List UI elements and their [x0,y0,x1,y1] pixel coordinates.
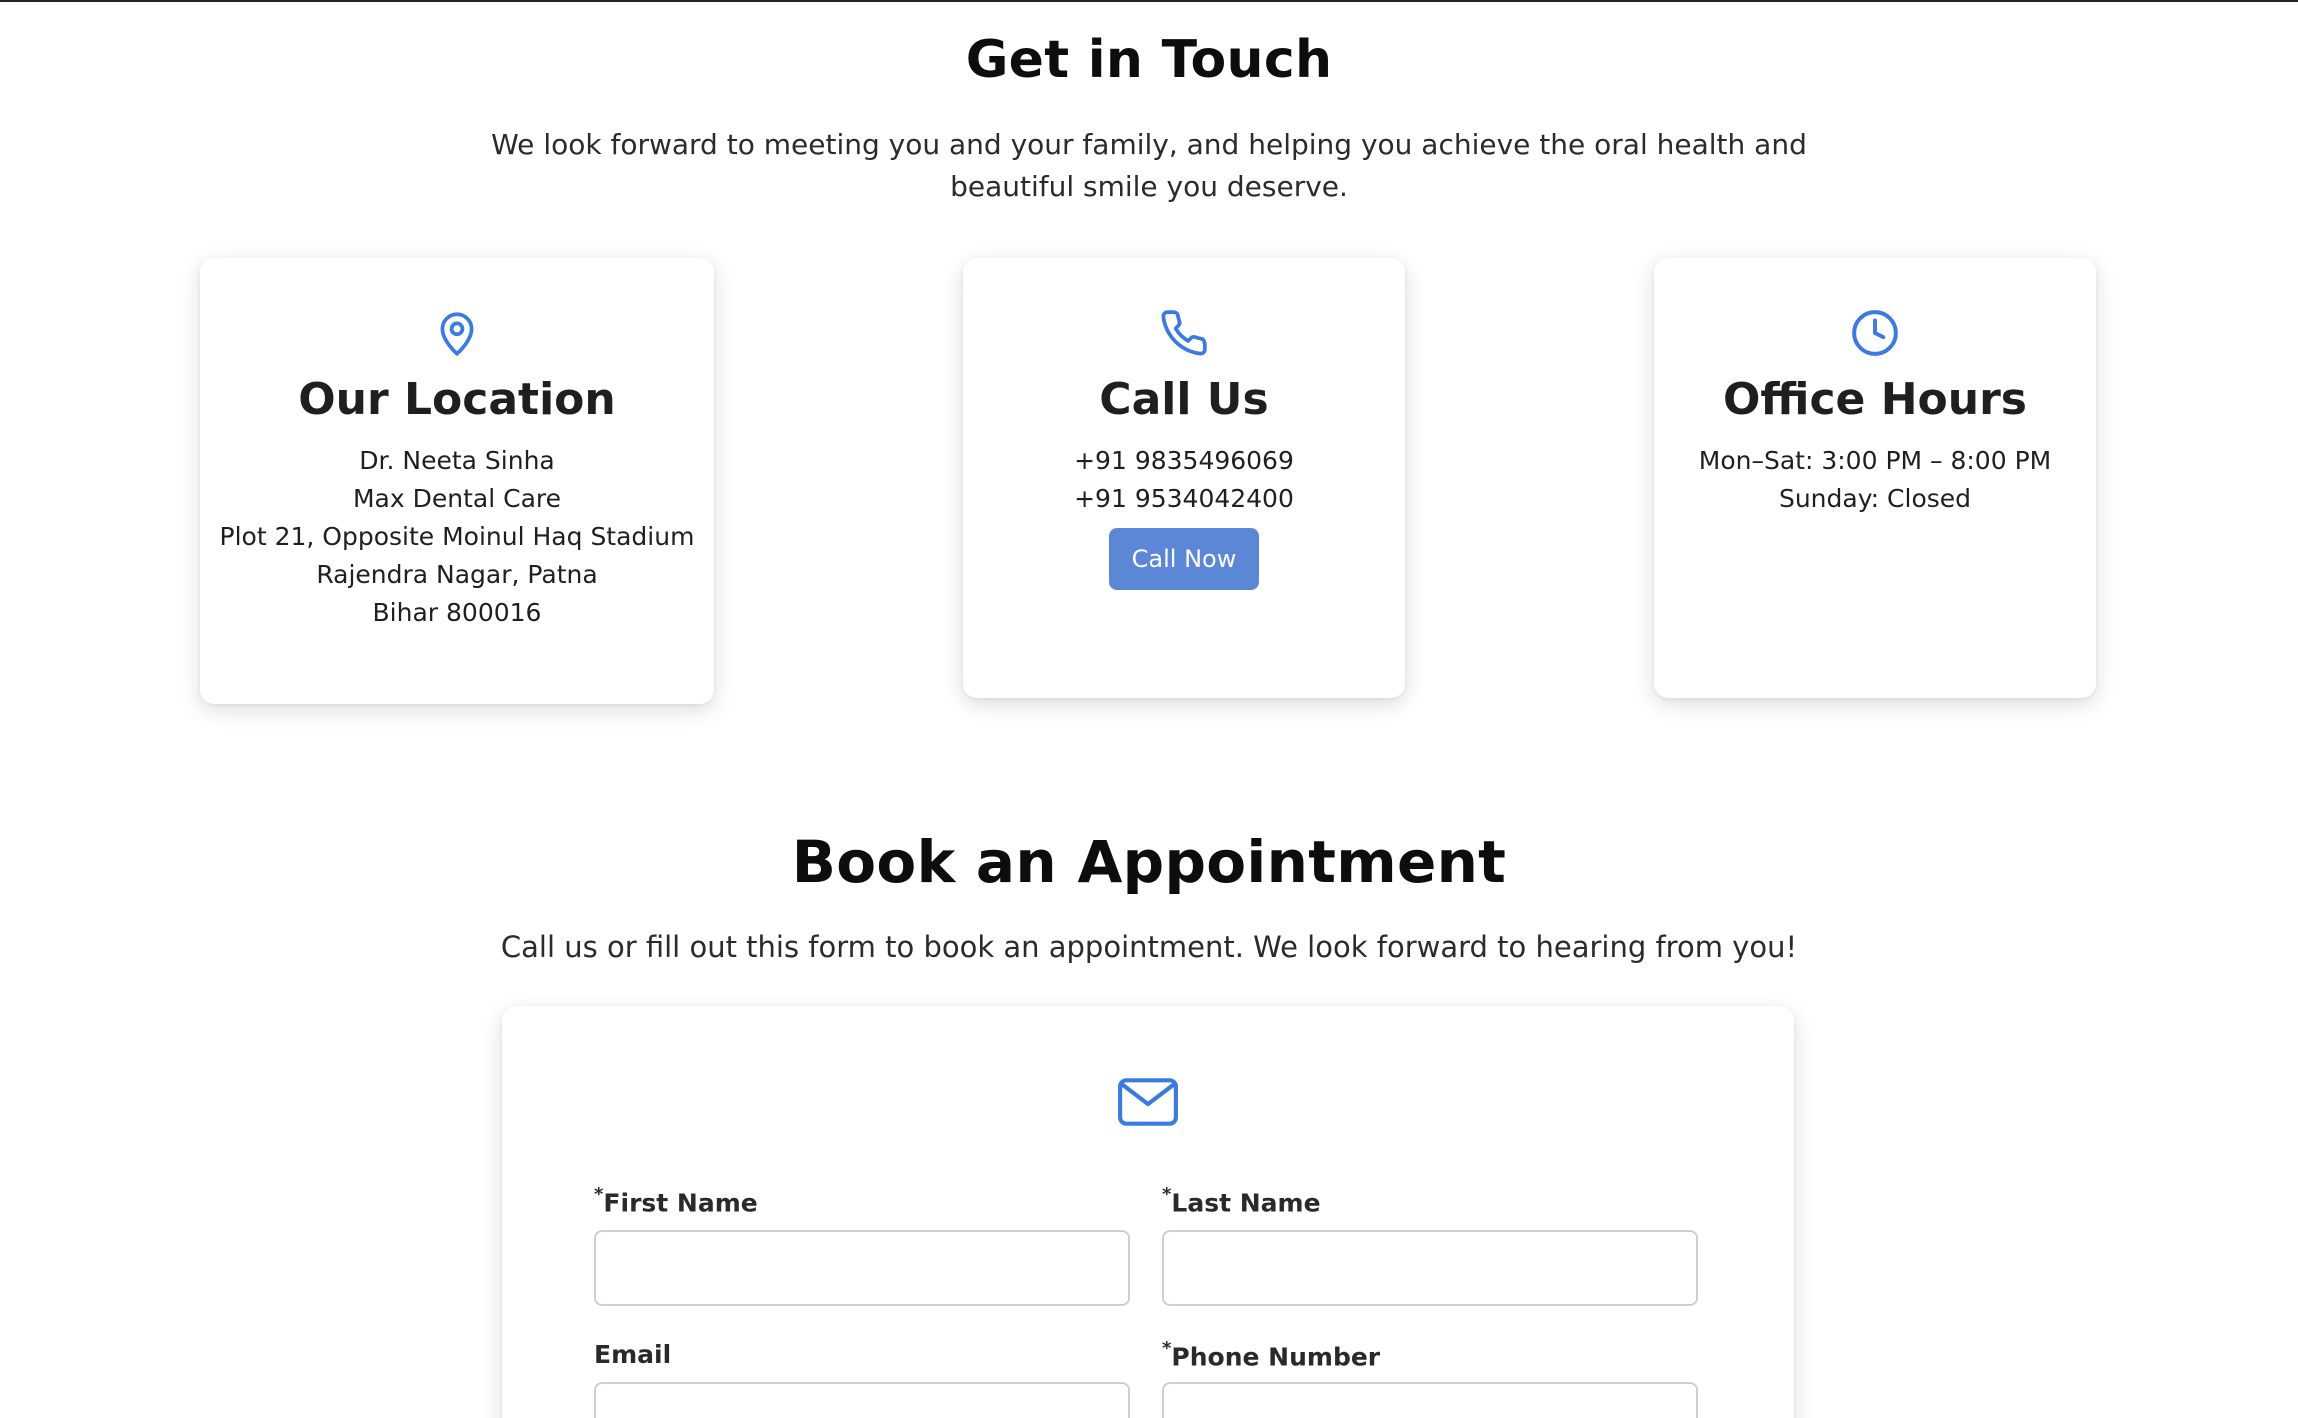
phone-number: +91 9534042400 [1074,484,1294,513]
address-line: Dr. Neeta Sinha [359,446,555,475]
phone-number: +91 9835496069 [1074,446,1294,475]
required-marker: * [1162,1338,1172,1359]
get-in-touch-subtitle: We look forward to meeting you and your … [0,124,2298,208]
phone-icon [1161,310,1207,356]
label-text: First Name [603,1188,758,1218]
subtitle-line: beautiful smile you deserve. [950,170,1348,203]
phone-list: +91 9835496069 +91 9534042400 [963,442,1405,518]
hours-list: Mon–Sat: 3:00 PM – 8:00 PM Sunday: Close… [1654,442,2096,518]
book-appointment-heading: Book an Appointment [791,828,1507,896]
call-title: Call Us [1099,374,1269,425]
address-block: Dr. Neeta Sinha Max Dental Care Plot 21,… [200,442,714,632]
phone-number-input[interactable] [1162,1382,1698,1418]
map-pin-icon [440,312,474,356]
last-name-label: *Last Name [1162,1184,1321,1218]
subtitle-line: We look forward to meeting you and your … [491,128,1807,161]
appointment-form: *First Name *Last Name Email *Phone Numb… [502,1006,1794,1418]
phone-number-label: *Phone Number [1162,1338,1381,1372]
book-appointment-subtitle: Call us or fill out this form to book an… [500,930,1798,964]
address-line: Plot 21, Opposite Moinul Haq Stadium [219,522,695,551]
office-hours-card: Office Hours Mon–Sat: 3:00 PM – 8:00 PM … [1654,258,2096,698]
first-name-label: *First Name [594,1184,758,1218]
mail-icon [1118,1078,1178,1126]
address-line: Bihar 800016 [372,598,542,627]
hours-line: Mon–Sat: 3:00 PM – 8:00 PM [1698,446,2052,475]
clock-icon [1852,310,1898,356]
required-marker: * [594,1184,604,1205]
email-label: Email [594,1340,672,1369]
email-input[interactable] [594,1382,1130,1418]
call-now-button[interactable]: Call Now [1109,528,1259,590]
first-name-input[interactable] [594,1230,1130,1306]
label-text: Phone Number [1171,1342,1381,1372]
location-card: Our Location Dr. Neeta Sinha Max Dental … [200,258,714,704]
office-hours-title: Office Hours [1723,374,2027,425]
call-card: Call Us +91 9835496069 +91 9534042400 Ca… [963,258,1405,698]
last-name-input[interactable] [1162,1230,1698,1306]
hours-line: Sunday: Closed [1778,484,1972,513]
address-line: Max Dental Care [352,484,561,513]
required-marker: * [1162,1184,1172,1205]
label-text: Last Name [1171,1188,1321,1218]
get-in-touch-heading: Get in Touch [965,30,1333,90]
address-line: Rajendra Nagar, Patna [316,560,598,589]
location-title: Our Location [298,374,616,425]
